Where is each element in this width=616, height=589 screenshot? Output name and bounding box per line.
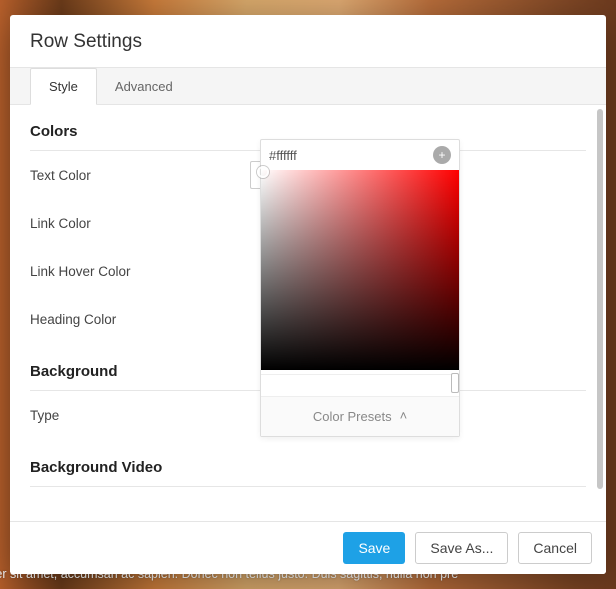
save-button[interactable]: Save (343, 532, 405, 564)
divider (30, 486, 586, 487)
label-link-color: Link Color (30, 216, 250, 231)
modal-body[interactable]: Colors Text Color × Link Color Link Hove… (10, 105, 606, 521)
chevron-up-icon: ˄ (400, 408, 408, 423)
section-title-background-video: Background Video (30, 449, 586, 476)
label-text-color: Text Color (30, 168, 250, 183)
section-title-colors: Colors (30, 113, 586, 140)
modal-title: Row Settings (10, 15, 606, 68)
row-settings-modal: Row Settings Style Advanced Colors Text … (10, 15, 606, 574)
label-heading-color: Heading Color (30, 312, 250, 327)
add-preset-button[interactable]: + (433, 146, 451, 164)
label-link-hover-color: Link Hover Color (30, 264, 250, 279)
plus-icon: + (438, 148, 445, 162)
tab-bar: Style Advanced (10, 68, 606, 105)
save-as-button[interactable]: Save As... (415, 532, 508, 564)
tab-style[interactable]: Style (30, 68, 97, 105)
color-hex-value[interactable]: #ffffff (269, 148, 297, 163)
color-presets-label: Color Presets (313, 409, 392, 424)
label-bg-type: Type (30, 408, 250, 423)
color-presets-toggle[interactable]: Color Presets ˄ (261, 396, 459, 436)
cancel-button[interactable]: Cancel (518, 532, 592, 564)
hue-thumb[interactable] (451, 373, 459, 393)
picker-cursor[interactable] (257, 166, 269, 178)
color-picker: #ffffff + Color Presets ˄ (260, 139, 460, 437)
modal-footer: Save Save As... Cancel (10, 521, 606, 574)
hue-slider[interactable] (261, 374, 459, 390)
saturation-brightness-field[interactable] (261, 170, 459, 370)
scrollbar[interactable] (597, 109, 603, 489)
tab-advanced[interactable]: Advanced (97, 69, 191, 104)
